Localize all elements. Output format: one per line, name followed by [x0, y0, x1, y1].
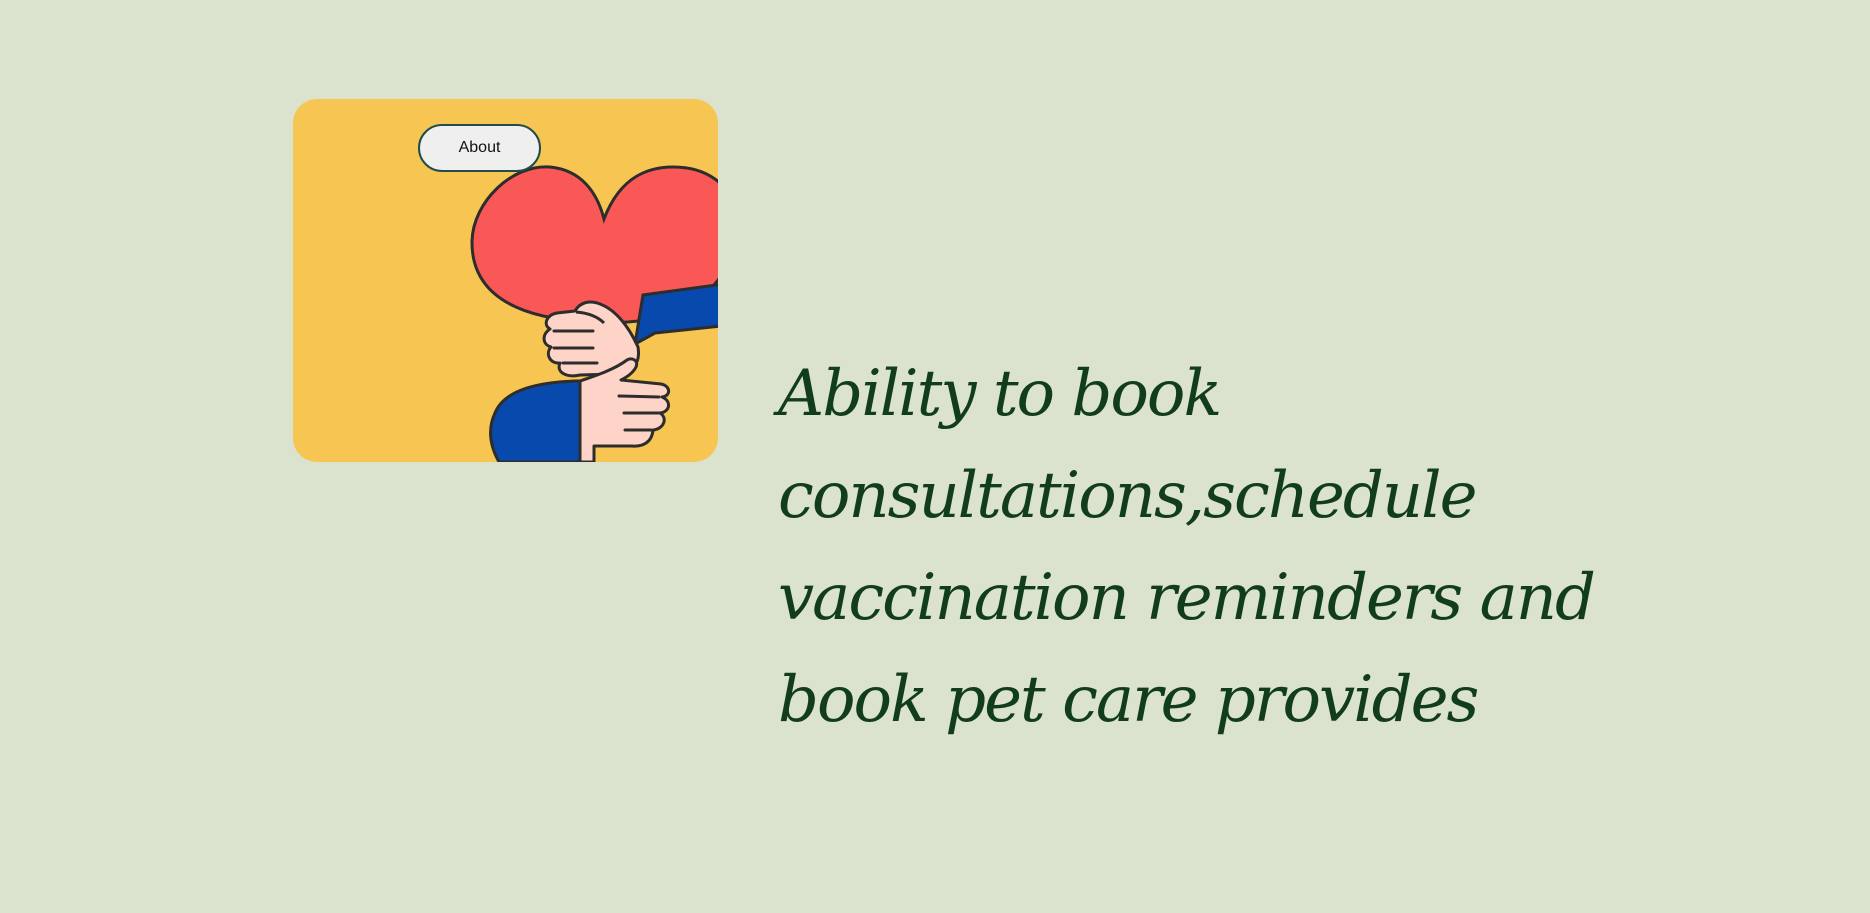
feature-card: About [293, 99, 718, 462]
left-arm-sleeve [489, 379, 596, 462]
feature-headline: Ability to book consultations,schedule v… [778, 357, 1596, 737]
about-button[interactable]: About [418, 124, 541, 172]
